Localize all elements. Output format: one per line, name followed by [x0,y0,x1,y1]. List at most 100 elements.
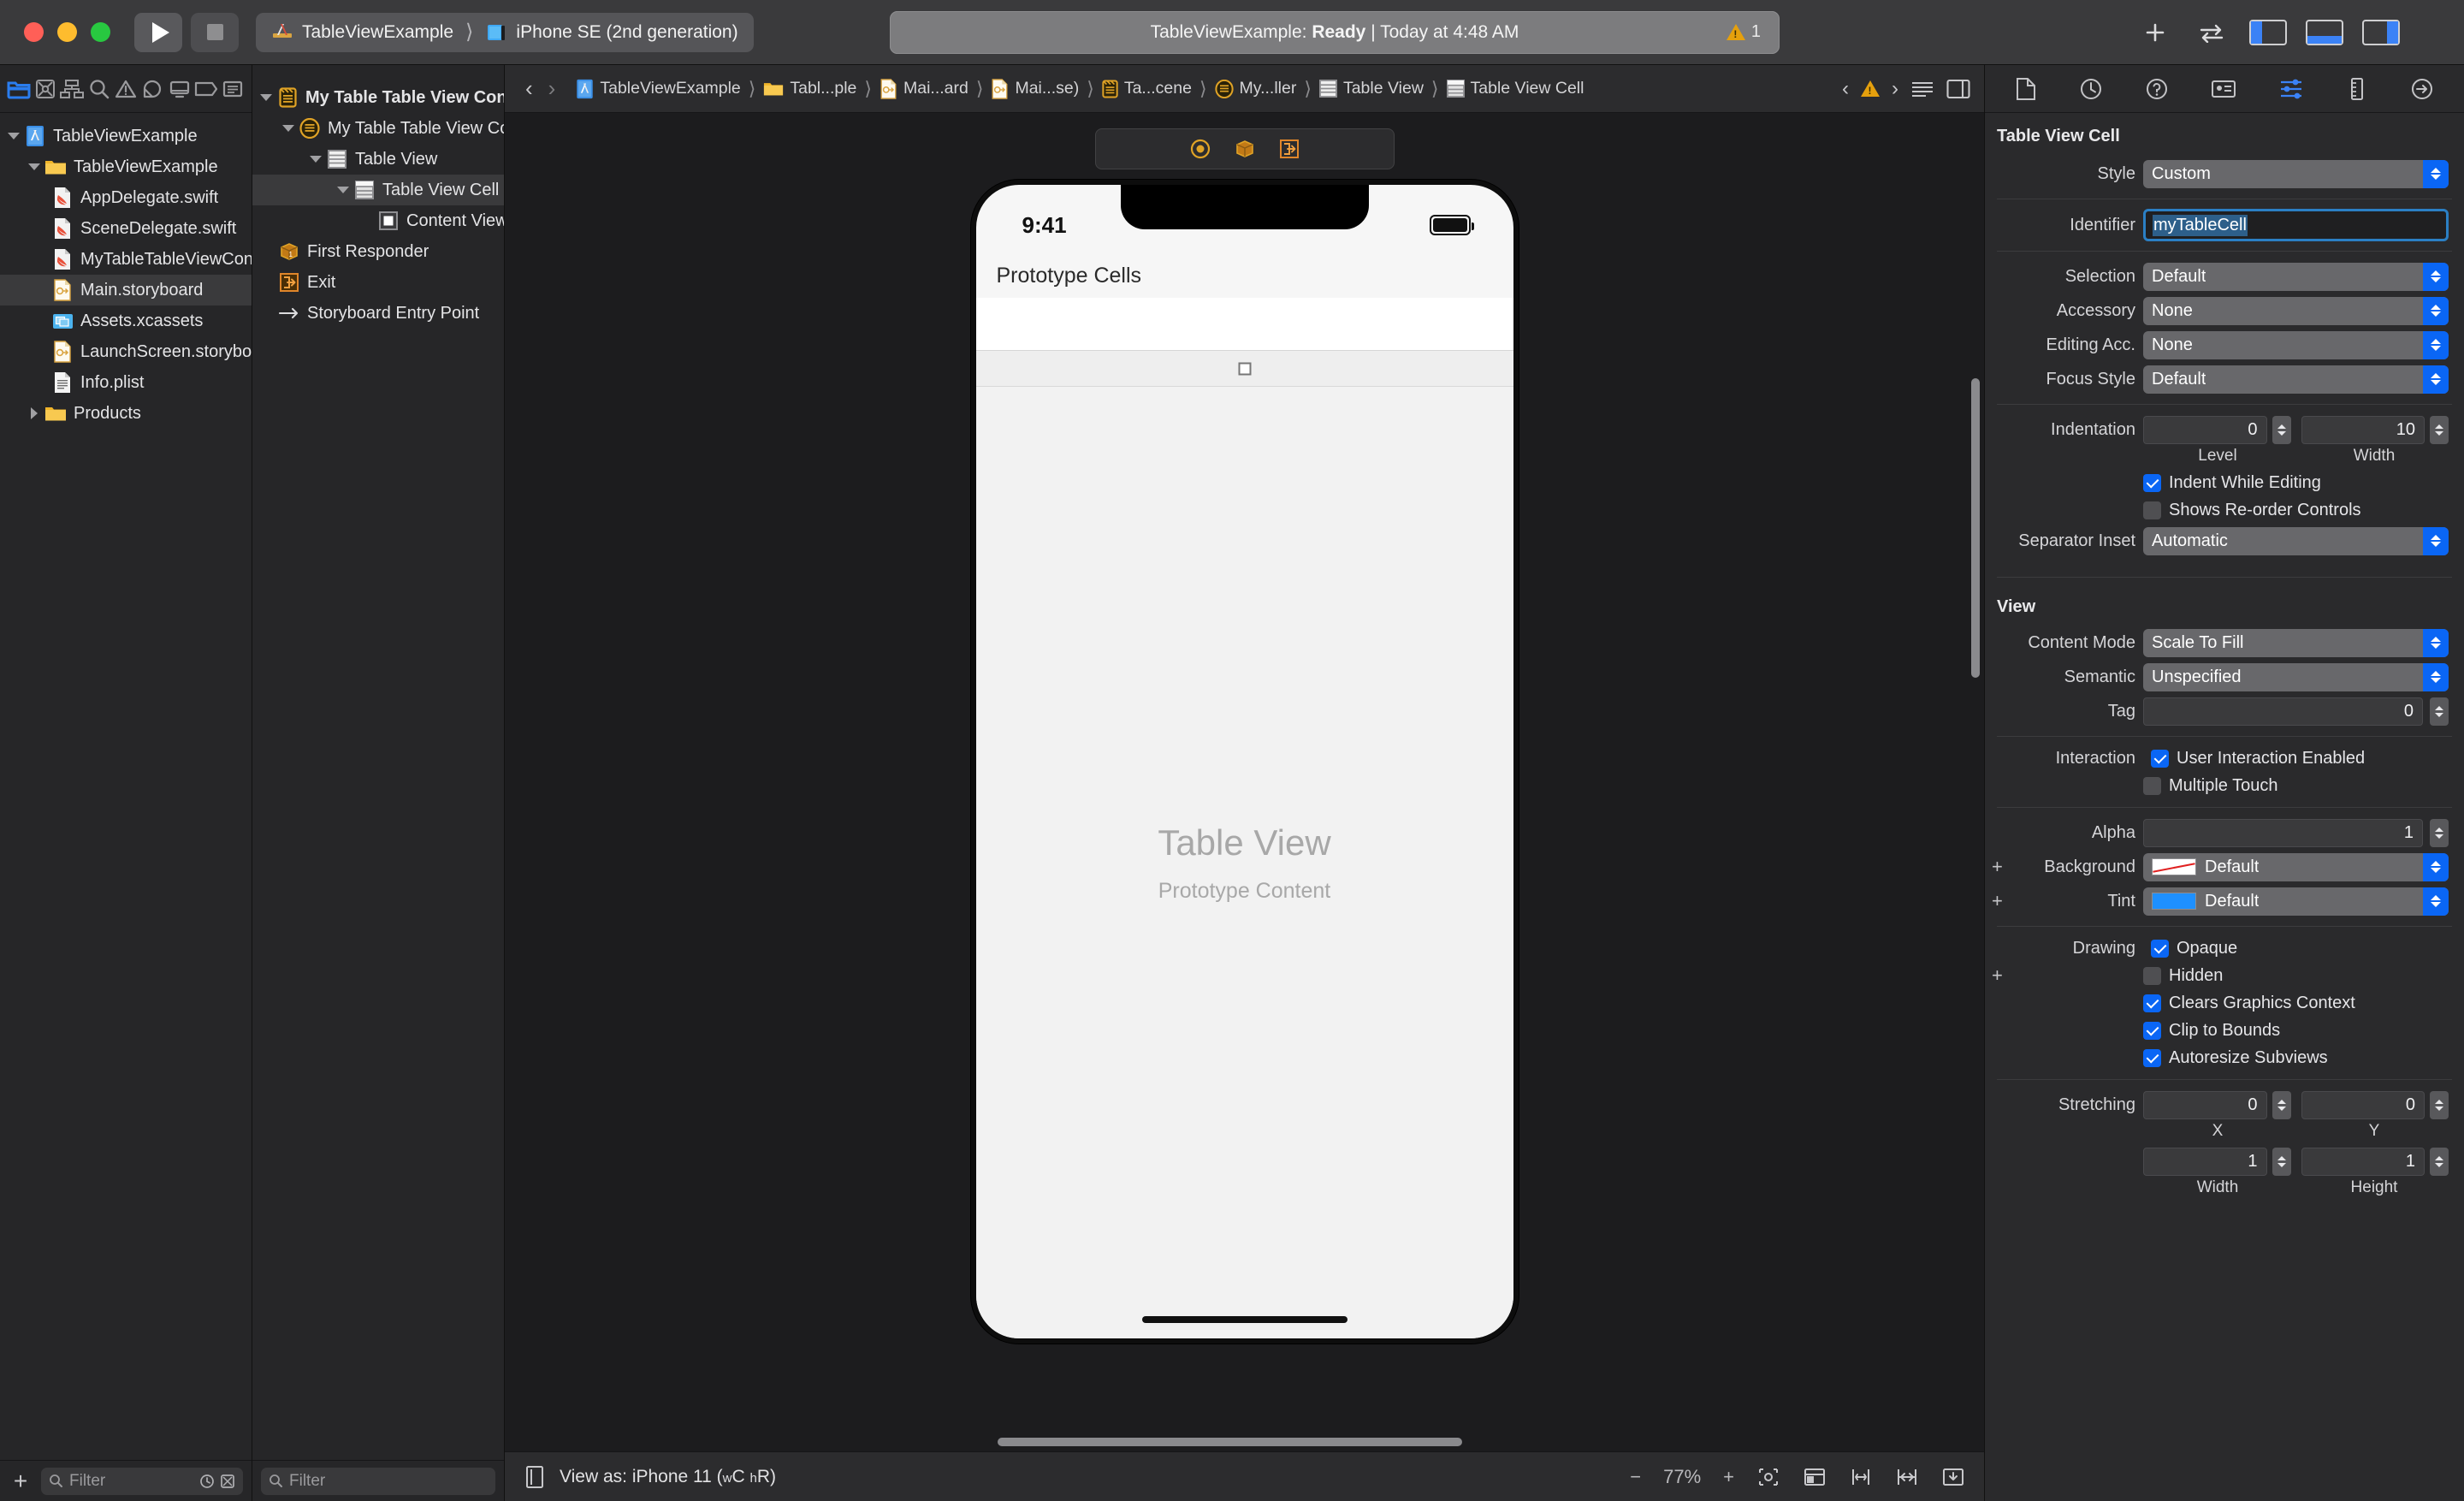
nav-row-scenedelegate[interactable]: SceneDelegate.swift [0,213,252,244]
nav-row-infoplist[interactable]: Info.plist [0,367,252,398]
ruler-icon[interactable] [2346,77,2368,101]
identifier-input[interactable]: myTableCell [2143,209,2449,241]
stretch-y-input[interactable]: 0 [2301,1090,2425,1119]
recent-clock-icon[interactable] [199,1474,215,1489]
canvas-vertical-scrollbar[interactable] [1971,378,1980,678]
clock-icon[interactable] [2079,77,2103,101]
navigator-tab-source-control[interactable] [32,65,58,112]
add-file-button[interactable]: + [9,1468,33,1493]
tint-color-popup-button[interactable]: Default [2143,887,2449,916]
stretch-height-input[interactable]: 1 [2301,1147,2425,1176]
disclosure-triangle[interactable] [258,94,275,101]
editing-acc-popup-button[interactable]: None [2143,330,2449,359]
view-controller-dock-icon[interactable] [1189,138,1211,160]
disclosure-triangle[interactable] [26,163,43,170]
id-card-icon[interactable] [2211,78,2236,100]
jumpbar-item-table-view[interactable]: Table View [1314,79,1429,98]
jumpbar-item-view-controller[interactable]: My...ller [1210,79,1302,98]
issue-indicator[interactable] [1861,80,1880,97]
zoom-window-button[interactable] [91,22,110,42]
tag-stepper[interactable] [2430,697,2449,726]
content-mode-popup-button[interactable]: Scale To Fill [2143,628,2449,657]
disclosure-triangle[interactable] [280,125,297,132]
close-window-button[interactable] [24,22,44,42]
stretch-width-input[interactable]: 1 [2143,1147,2267,1176]
navigator-tab-find[interactable] [86,65,112,112]
update-frames-icon[interactable] [1756,1466,1780,1488]
nav-row-appdelegate[interactable]: AppDelegate.swift [0,182,252,213]
source-control-filter-icon[interactable] [220,1474,235,1489]
indentation-width-stepper[interactable] [2430,415,2449,444]
minimize-window-button[interactable] [57,22,77,42]
clip-to-bounds-checkbox[interactable] [2143,1021,2161,1040]
jumpbar-item-group[interactable]: Tabl...ple [758,79,862,98]
navigator-tab-breakpoint[interactable] [192,65,219,112]
disclosure-triangle[interactable] [26,407,43,419]
navigator-filter-field[interactable]: Filter [41,1467,243,1495]
nav-row-tableviewexample-project[interactable]: TableViewExample [0,121,252,151]
question-icon[interactable] [2145,77,2169,101]
outline-row-first-responder[interactable]: 1 First Responder [252,236,504,267]
disclosure-triangle[interactable] [5,133,22,139]
stretch-width-stepper[interactable] [2272,1147,2291,1176]
checkbox-opaque[interactable]: Drawing Opaque [1985,934,2464,962]
outline-row-view-controller[interactable]: My Table Table View Controller [252,113,504,144]
add-background-variation-button[interactable]: + [1992,857,2003,876]
view-as-label[interactable]: View as: iPhone 11 (wC hR) [560,1467,776,1487]
align-icon[interactable] [1849,1466,1873,1488]
nav-row-launchscreen[interactable]: LaunchScreen.storyboard [0,336,252,367]
prototype-cell-resize-row[interactable] [975,351,1513,387]
canvas-horizontal-scrollbar[interactable] [518,1438,1970,1446]
accessory-popup-button[interactable]: None [2143,296,2449,325]
separator-inset-popup-button[interactable]: Automatic [2143,526,2449,555]
alpha-input[interactable]: 1 [2143,818,2423,847]
zoom-level-label[interactable]: 77% [1663,1466,1701,1488]
stretch-x-input[interactable]: 0 [2143,1090,2267,1119]
outline-row-table-view[interactable]: Table View [252,144,504,175]
navigator-tab-test[interactable] [139,65,166,112]
add-constraints-icon[interactable] [1895,1466,1919,1488]
indentation-level-stepper[interactable] [2272,415,2291,444]
nav-row-tableviewexample-group[interactable]: TableViewExample [0,151,252,182]
disclosure-triangle[interactable] [335,187,352,193]
toggle-navigator-button[interactable] [2245,13,2291,52]
stop-button[interactable] [191,12,239,52]
hide-document-outline-icon[interactable] [1910,80,1934,98]
alpha-stepper[interactable] [2430,818,2449,847]
navigator-tab-report[interactable] [220,65,246,112]
hidden-checkbox[interactable] [2143,966,2161,985]
zoom-in-button[interactable]: + [1723,1466,1734,1488]
toggle-inspector-button[interactable] [2358,13,2404,52]
resolve-auto-layout-icon[interactable] [1941,1466,1965,1488]
document-icon[interactable] [2015,77,2037,101]
add-tint-variation-button[interactable]: + [1992,892,2003,911]
indentation-level-input[interactable]: 0 [2143,415,2267,444]
next-issue-button[interactable]: › [1892,77,1898,101]
style-popup-button[interactable]: Custom [2143,159,2449,188]
clears-graphics-checkbox[interactable] [2143,994,2161,1012]
navigator-tab-symbol[interactable] [59,65,86,112]
jumpbar-item-project[interactable]: TableViewExample [571,79,745,99]
assistant-editor-icon[interactable] [1946,79,1970,99]
zoom-out-button[interactable]: − [1630,1466,1641,1488]
previous-issue-button[interactable]: ‹ [1842,77,1849,101]
checkbox-hidden[interactable]: + Hidden [1985,962,2464,989]
navigator-tab-project[interactable] [5,65,32,112]
checkbox-multiple-touch[interactable]: Multiple Touch [1985,772,2464,799]
indentation-width-input[interactable]: 10 [2301,415,2425,444]
jumpbar-item-scene[interactable]: Ta...cene [1097,79,1197,98]
exit-dock-icon[interactable] [1278,138,1300,160]
scene-dock[interactable] [1094,128,1395,169]
nav-row-assets[interactable]: Assets.xcassets [0,306,252,336]
iphone-device-preview[interactable]: 9:41 Prototype Cells Table View Prototyp… [970,180,1519,1344]
disclosure-triangle[interactable] [307,156,324,163]
autoresize-checkbox[interactable] [2143,1048,2161,1067]
slider-icon[interactable] [2278,78,2304,100]
stretch-y-stepper[interactable] [2430,1090,2449,1119]
nav-row-mytabletableviewcontroller[interactable]: MyTableTableViewController.swift [0,244,252,275]
stretch-x-stepper[interactable] [2272,1090,2291,1119]
checkbox-clip-to-bounds[interactable]: Clip to Bounds [1985,1017,2464,1044]
shows-reorder-checkbox[interactable] [2143,501,2161,519]
background-color-popup-button[interactable]: Default [2143,852,2449,881]
outline-row-exit[interactable]: Exit [252,267,504,298]
